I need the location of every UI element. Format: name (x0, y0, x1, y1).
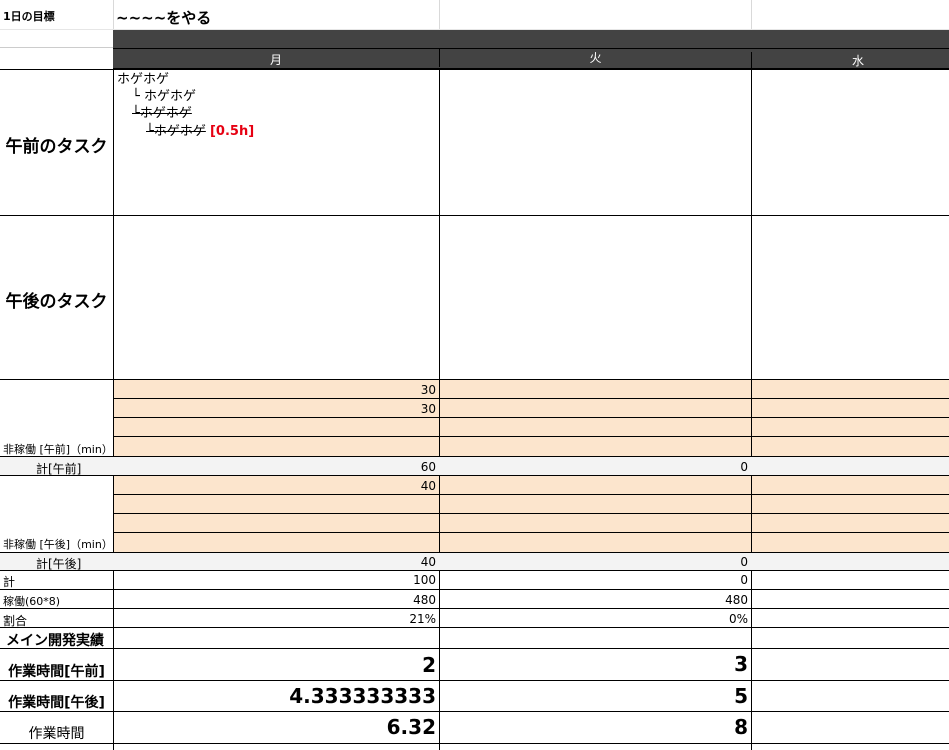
grid-row-line (0, 648, 949, 649)
nonwork-pm-label: 非稼働 [午後]（min） (3, 538, 113, 551)
work-pm-mon[interactable]: 4.333333333 (113, 684, 439, 708)
task-item: └ ホゲホゲ (132, 88, 196, 106)
day-header-mon[interactable]: 月 (113, 51, 439, 69)
nonwork-pm-mon-1[interactable]: 40 (113, 479, 439, 493)
work-am-mon[interactable]: 2 (113, 653, 439, 677)
task-prefix: └ (132, 106, 140, 121)
nonwork-am-total-tue[interactable]: 0 (439, 460, 751, 474)
grid-row-line (0, 570, 949, 571)
grid-row-line (0, 589, 949, 590)
grid-row-line (0, 711, 949, 712)
grid-row-line (0, 608, 949, 609)
sum-total-mon[interactable]: 100 (113, 573, 439, 587)
afternoon-tasks-cell-tue[interactable] (440, 216, 751, 379)
work-total-mon[interactable]: 6.32 (113, 715, 439, 739)
morning-tasks-cell-mon[interactable]: ホゲホゲ └ ホゲホゲ └ホゲホゲ └ホゲホゲ [0.5h] (114, 70, 439, 215)
work-pm-tue[interactable]: 5 (439, 684, 751, 708)
main-dev-label: メイン開発実績 (6, 633, 104, 649)
grid-row-line (113, 494, 949, 495)
day-header-tue[interactable]: 火 (439, 49, 751, 67)
capacity-mon[interactable]: 480 (113, 593, 439, 607)
task-prefix: └ (132, 89, 140, 104)
task-item-done: └ホゲホゲ [0.5h] (146, 123, 254, 141)
capacity-label: 稼働(60*8) (3, 595, 61, 608)
task-text: ホゲホゲ (117, 72, 170, 87)
nonwork-am-mon-2[interactable]: 30 (113, 402, 439, 416)
task-item: ホゲホゲ (117, 71, 169, 89)
grid-row-line (113, 398, 949, 399)
ratio-mon[interactable]: 21% (113, 612, 439, 626)
work-pm-label: 作業時間[午後] (8, 695, 105, 711)
sum-total-label: 計 (3, 575, 16, 589)
task-text: ホゲホゲ (143, 89, 196, 104)
spreadsheet: 1日の目標 ~~~~をやる 月 火 水 午前のタスク ホゲホゲ └ ホゲホゲ └… (0, 0, 949, 750)
work-total-tue[interactable]: 8 (439, 715, 751, 739)
grid-row-line (0, 680, 949, 681)
sum-total-tue[interactable]: 0 (439, 573, 751, 587)
goal-value[interactable]: ~~~~をやる (116, 7, 436, 29)
nonwork-am-total-mon[interactable]: 60 (113, 460, 439, 474)
work-total-label: 作業時間 (28, 726, 85, 742)
task-prefix: └ (146, 124, 154, 139)
task-text: ホゲホゲ (153, 124, 206, 139)
header-band (113, 30, 949, 48)
grid-row-line (0, 627, 949, 628)
work-am-tue[interactable]: 3 (439, 652, 751, 676)
task-text: ホゲホゲ (139, 106, 192, 121)
nonwork-pm-total-mon[interactable]: 40 (113, 555, 439, 569)
goal-label: 1日の目標 (3, 10, 55, 23)
afternoon-tasks-label: 午後のタスク (5, 292, 108, 312)
morning-tasks-label: 午前のタスク (5, 137, 108, 157)
grid-row-line (0, 47, 113, 48)
afternoon-tasks-cell-wed[interactable] (752, 216, 949, 379)
grid-row-line (113, 417, 949, 418)
grid-row-line (0, 743, 949, 744)
grid-row-line (113, 436, 949, 437)
ratio-tue[interactable]: 0% (439, 612, 751, 626)
nonwork-pm-total-tue[interactable]: 0 (439, 555, 751, 569)
grid-row-line (113, 532, 949, 533)
nonwork-am-label: 非稼働 [午前]（min） (3, 443, 113, 456)
nonwork-am-mon-1[interactable]: 30 (113, 383, 439, 397)
task-estimate-tag: [0.5h] (209, 124, 255, 139)
work-am-label: 作業時間[午前] (8, 664, 105, 680)
day-header-wed[interactable]: 水 (751, 52, 949, 70)
capacity-tue[interactable]: 480 (439, 593, 751, 607)
grid-row-line (113, 513, 949, 514)
task-item-done: └ホゲホゲ (132, 105, 192, 123)
afternoon-tasks-cell-mon[interactable] (114, 216, 439, 379)
border-line (751, 571, 752, 750)
